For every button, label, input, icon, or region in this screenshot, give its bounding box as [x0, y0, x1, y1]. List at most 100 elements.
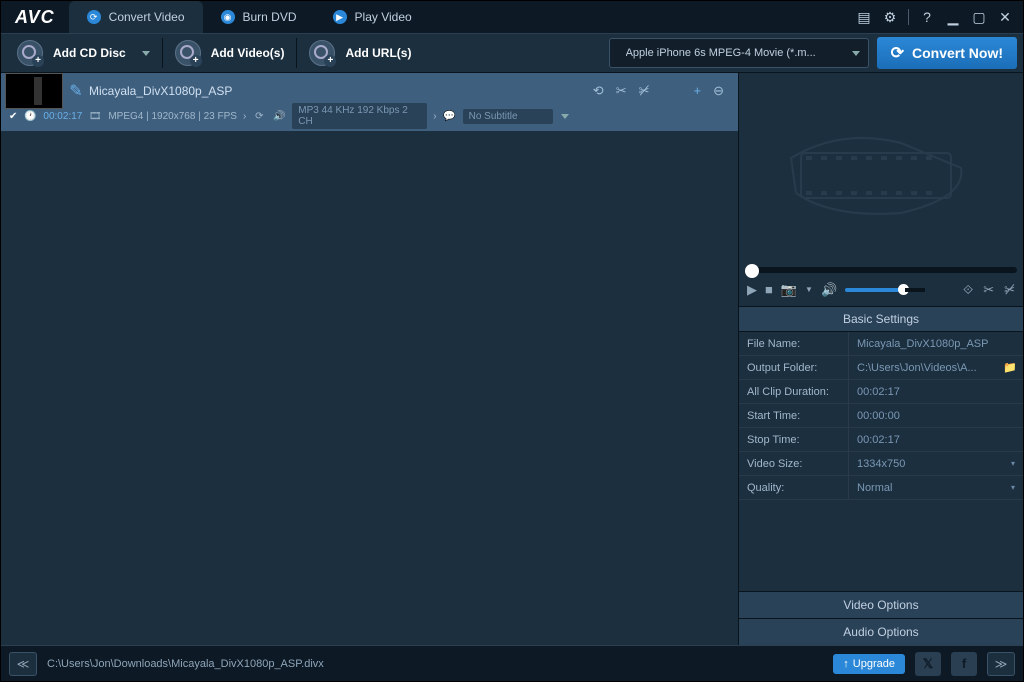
- collapse-left-button[interactable]: ≪: [9, 652, 37, 676]
- value[interactable]: 00:00:00: [849, 410, 1023, 422]
- audio-options-button[interactable]: Audio Options: [739, 618, 1023, 645]
- setting-video-size: Video Size: 1334x750▾: [739, 452, 1023, 476]
- convert-now-button[interactable]: ⟳ Convert Now!: [877, 37, 1017, 69]
- app-logo: AVC: [1, 7, 69, 28]
- cycle-icon[interactable]: ⟳: [252, 109, 266, 123]
- duration: 00:02:17: [43, 111, 82, 122]
- upgrade-button[interactable]: ↑Upgrade: [833, 654, 905, 674]
- value[interactable]: C:\Users\Jon\Videos\A...📁: [849, 361, 1023, 374]
- expand-right-button[interactable]: ≫: [987, 652, 1015, 676]
- video-options-button[interactable]: Video Options: [739, 591, 1023, 618]
- value[interactable]: 00:02:17: [849, 434, 1023, 446]
- refresh-icon[interactable]: ⟲: [593, 83, 604, 99]
- file-list-item[interactable]: ✎ Micayala_DivX1080p_ASP ⟲ ✂ ✂̸ + ⊖ ✔ 🕐 …: [1, 73, 738, 131]
- video-add-icon: [175, 40, 201, 66]
- setting-stop-time: Stop Time: 00:02:17: [739, 428, 1023, 452]
- tab-convert-video[interactable]: ⟳ Convert Video: [69, 1, 203, 33]
- setting-quality: Quality: Normal▾: [739, 476, 1023, 500]
- basic-settings-header: Basic Settings: [739, 307, 1023, 332]
- facebook-button[interactable]: f: [951, 652, 977, 676]
- subtitle-icon: 💬: [443, 109, 457, 123]
- add-icon[interactable]: +: [694, 83, 702, 99]
- settings-icon[interactable]: ⚙: [882, 9, 898, 25]
- edit-icon[interactable]: ✎: [69, 84, 83, 98]
- button-label: Add URL(s): [345, 46, 411, 60]
- button-label: Add Video(s): [211, 46, 285, 60]
- tab-burn-dvd[interactable]: ◉ Burn DVD: [203, 1, 315, 33]
- disc-icon: ◉: [221, 10, 235, 24]
- separator: [162, 38, 163, 68]
- stop-button[interactable]: ■: [765, 282, 773, 297]
- tab-play-video[interactable]: ▶ Play Video: [315, 1, 430, 33]
- value[interactable]: Micayala_DivX1080p_ASP: [849, 338, 1023, 350]
- value-dropdown[interactable]: 1334x750▾: [849, 458, 1023, 470]
- no-cut-icon[interactable]: ✂̸: [639, 83, 650, 99]
- refresh-icon: ⟳: [87, 10, 101, 24]
- tab-label: Play Video: [355, 10, 412, 24]
- snapshot-dropdown[interactable]: ▼: [805, 285, 813, 294]
- seek-slider[interactable]: [745, 267, 1017, 273]
- tab-label: Burn DVD: [243, 10, 297, 24]
- output-profile-dropdown[interactable]: Apple iPhone 6s MPEG-4 Movie (*.m...: [609, 38, 869, 68]
- file-list-empty-area: [1, 131, 738, 645]
- divider: [908, 9, 909, 25]
- file-name: Micayala_DivX1080p_ASP: [89, 84, 587, 98]
- chevron-down-icon: [852, 51, 860, 56]
- volume-slider[interactable]: [845, 288, 905, 292]
- add-urls-button[interactable]: Add URL(s): [299, 37, 421, 69]
- add-cd-disc-button[interactable]: Add CD Disc: [7, 37, 160, 69]
- filmstrip-placeholder-icon: [781, 118, 981, 228]
- video-thumbnail: [5, 73, 63, 109]
- cut-icon[interactable]: ✂: [616, 83, 627, 99]
- setting-file-name: File Name: Micayala_DivX1080p_ASP: [739, 332, 1023, 356]
- seek-thumb[interactable]: [745, 264, 759, 278]
- crop-icon[interactable]: ✂̸: [1004, 282, 1015, 298]
- setting-output-folder: Output Folder: C:\Users\Jon\Videos\A...📁: [739, 356, 1023, 380]
- label: Stop Time:: [739, 428, 849, 451]
- button-label: Convert Now!: [912, 45, 1003, 61]
- audio-info[interactable]: MP3 44 KHz 192 Kbps 2 CH: [292, 103, 427, 129]
- minimize-icon[interactable]: ▁: [945, 9, 961, 25]
- expand-icon[interactable]: ›: [243, 111, 246, 122]
- video-info: MPEG4 | 1920x768 | 23 FPS: [108, 111, 237, 122]
- remove-icon[interactable]: ⊖: [713, 83, 724, 99]
- label: Video Size:: [739, 452, 849, 475]
- convert-icon: ⟳: [891, 43, 904, 63]
- disc-add-icon: [17, 40, 43, 66]
- chevron-down-icon: [142, 51, 150, 56]
- chevron-down-icon: ▾: [1011, 483, 1015, 492]
- link-icon[interactable]: ⟐: [963, 282, 973, 298]
- checkbox-icon[interactable]: ✔: [9, 111, 17, 122]
- chevron-down-icon[interactable]: [561, 114, 569, 119]
- close-icon[interactable]: ✕: [997, 9, 1013, 25]
- value-dropdown[interactable]: Normal▾: [849, 482, 1023, 494]
- browse-folder-icon[interactable]: 📁: [1003, 361, 1017, 374]
- label: Output Folder:: [739, 356, 849, 379]
- separator: [296, 38, 297, 68]
- profile-label: Apple iPhone 6s MPEG-4 Movie (*.m...: [626, 47, 838, 59]
- snapshot-button[interactable]: 📷: [781, 282, 797, 298]
- tab-label: Convert Video: [109, 10, 185, 24]
- volume-thumb[interactable]: [898, 284, 909, 295]
- trim-icon[interactable]: ✂: [983, 282, 994, 298]
- file-path: C:\Users\Jon\Downloads\Micayala_DivX1080…: [47, 658, 823, 670]
- maximize-icon[interactable]: ▢: [971, 9, 987, 25]
- preview-pane: [739, 73, 1023, 273]
- play-button[interactable]: ▶: [747, 282, 757, 298]
- url-add-icon: [309, 40, 335, 66]
- expand-icon[interactable]: ›: [433, 111, 436, 122]
- volume-icon[interactable]: 🔊: [821, 282, 837, 298]
- film-icon: 🎞: [88, 109, 102, 123]
- add-videos-button[interactable]: Add Video(s): [165, 37, 295, 69]
- options-icon[interactable]: ▤: [856, 9, 872, 25]
- clock-icon: 🕐: [23, 109, 37, 123]
- subtitle-dropdown[interactable]: No Subtitle: [463, 109, 553, 124]
- upgrade-icon: ↑: [843, 658, 849, 670]
- setting-start-time: Start Time: 00:00:00: [739, 404, 1023, 428]
- chevron-down-icon: ▾: [1011, 459, 1015, 468]
- setting-duration: All Clip Duration: 00:02:17: [739, 380, 1023, 404]
- play-icon: ▶: [333, 10, 347, 24]
- twitter-button[interactable]: 𝕏: [915, 652, 941, 676]
- sound-icon: 🔊: [272, 109, 286, 123]
- help-icon[interactable]: ?: [919, 9, 935, 25]
